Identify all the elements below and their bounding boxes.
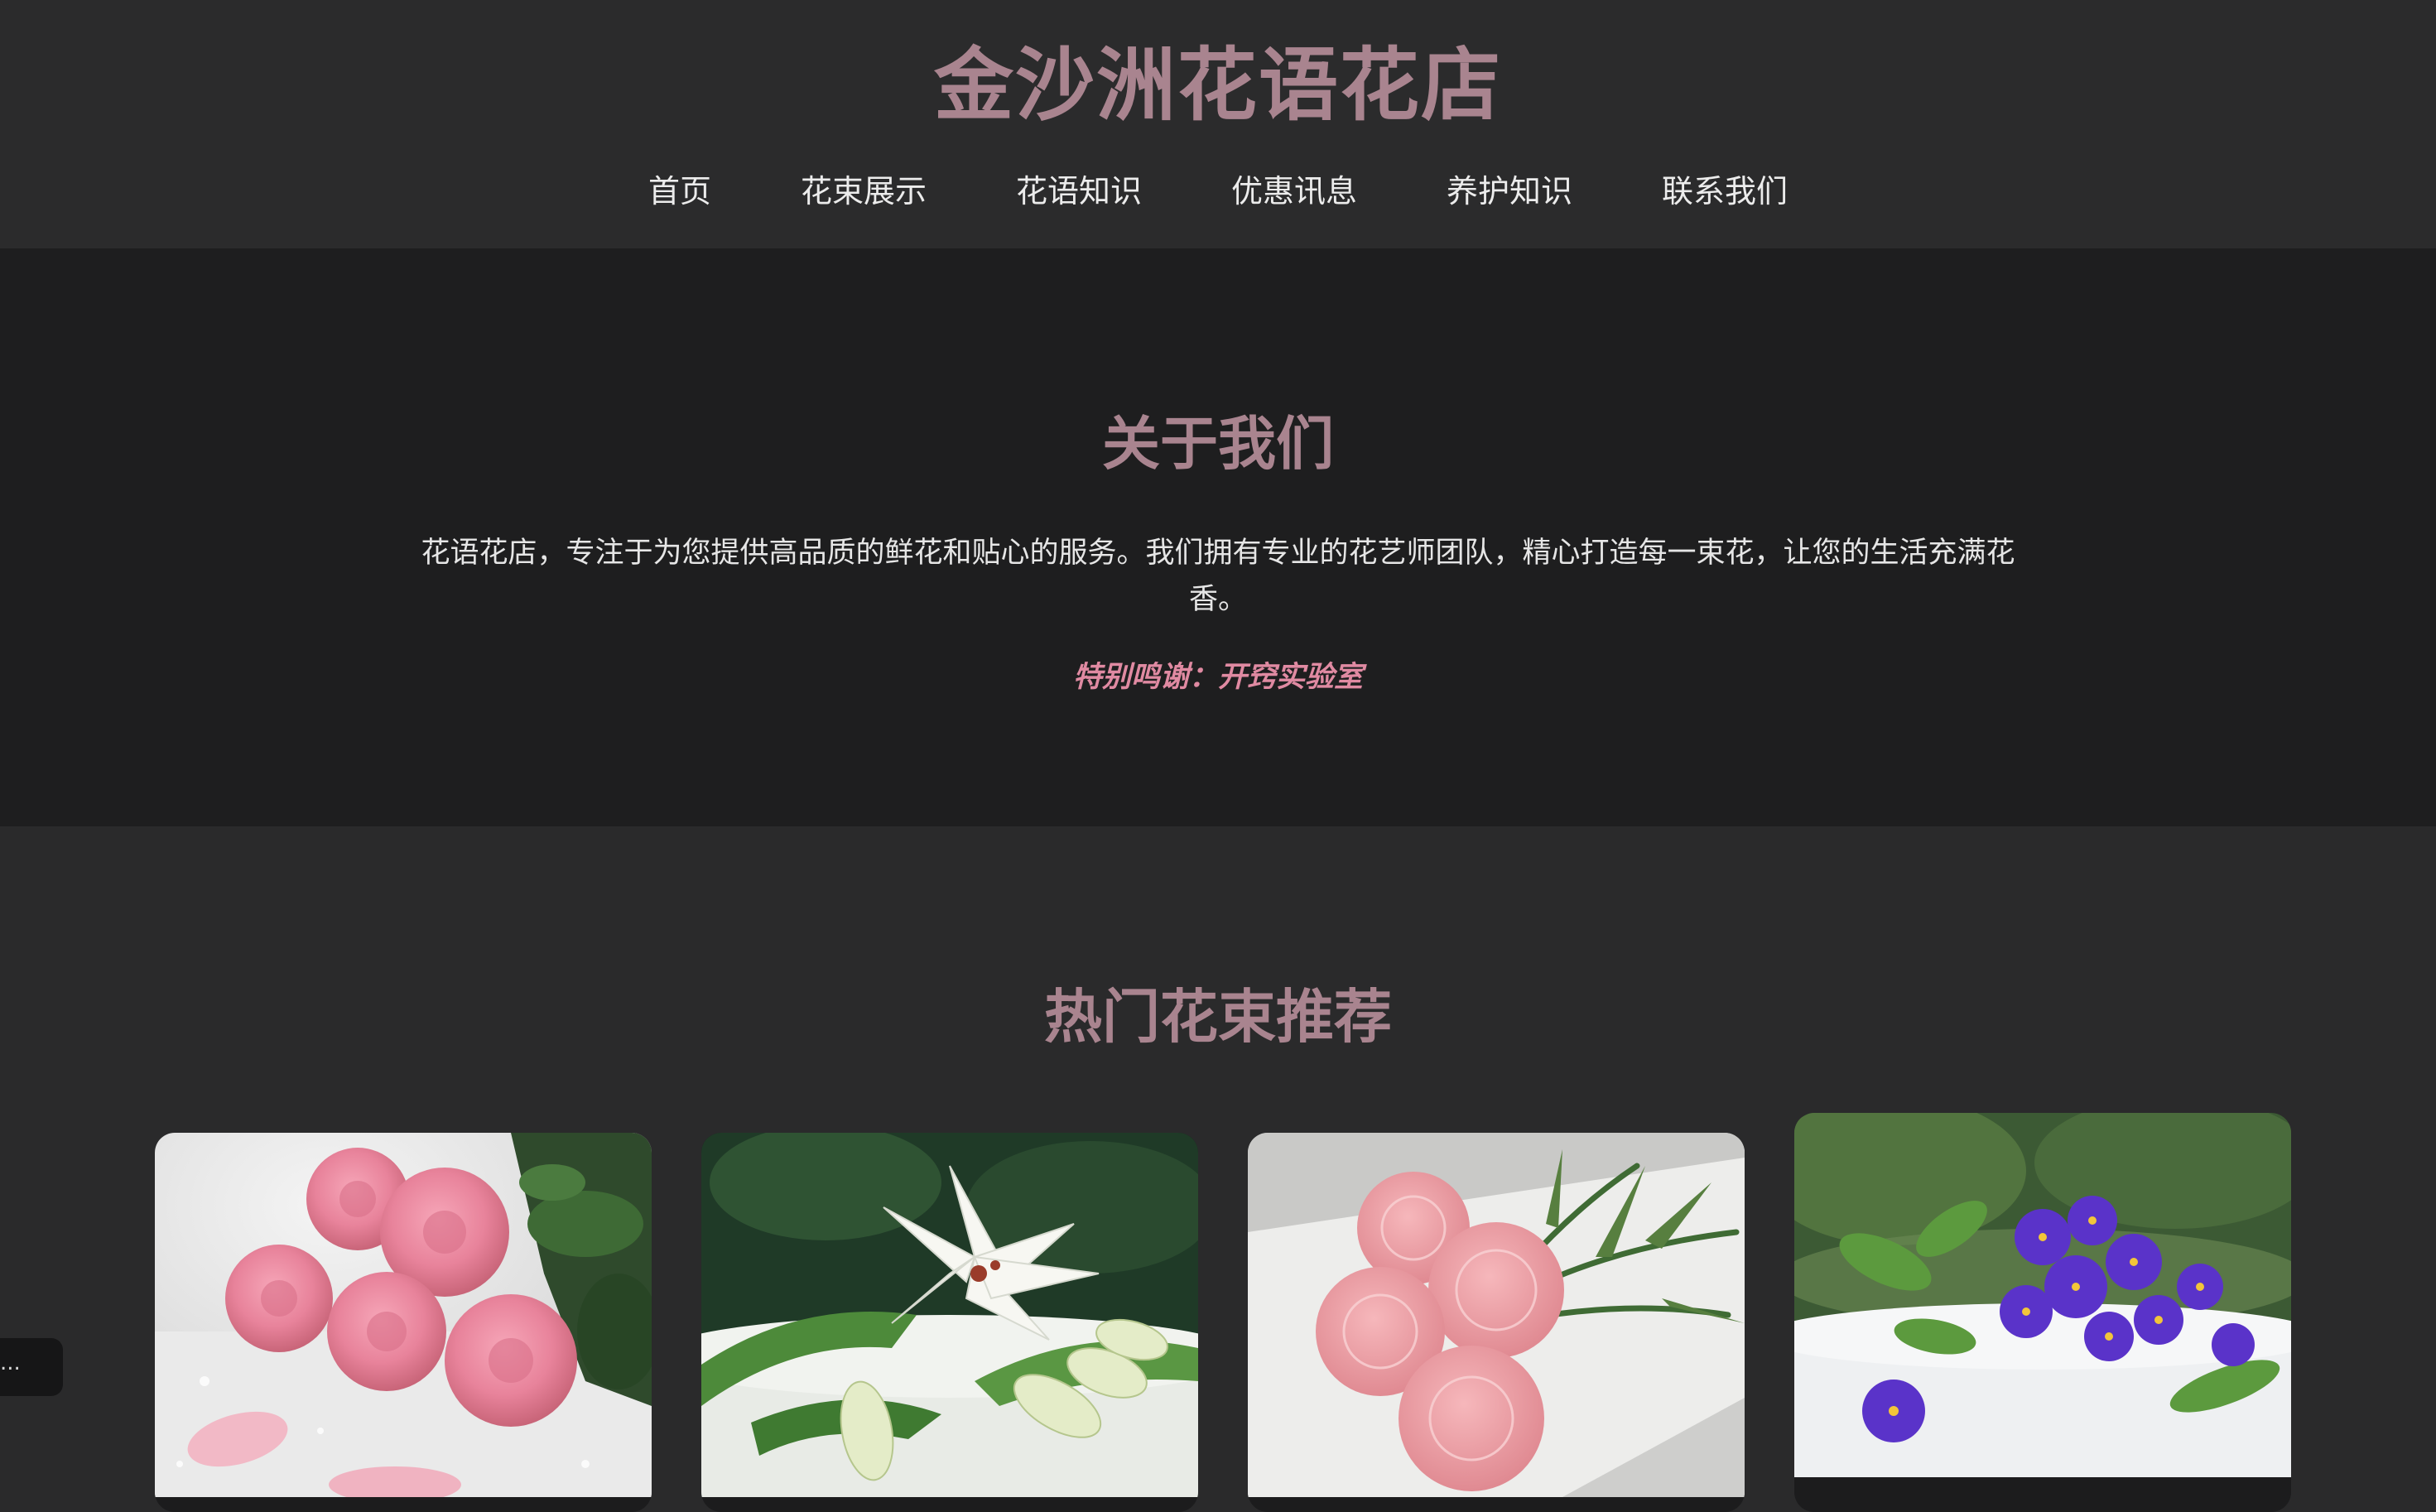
nav-promotions[interactable]: 优惠讯息 <box>1231 162 1357 220</box>
about-section: 关于我们 花语花店，专注于为您提供高品质的鲜花和贴心的服务。我们拥有专业的花艺师… <box>0 248 2436 826</box>
bouquet-card-violets[interactable] <box>1794 1113 2291 1512</box>
bouquet-card-lilies[interactable] <box>701 1133 1198 1512</box>
nav-contact[interactable]: 联系我们 <box>1662 162 1788 220</box>
carnations-image <box>1248 1133 1745 1497</box>
site-header: 金沙洲花语花店 首页 花束展示 花语知识 优惠讯息 养护知识 联系我们 <box>0 0 2436 248</box>
roses-image <box>155 1133 652 1497</box>
special-thanks: 特别鸣谢：开窍实验室 <box>1072 661 1363 694</box>
about-title: 关于我们 <box>1102 410 1334 478</box>
bouquet-card-roses[interactable] <box>155 1133 652 1512</box>
nav-bouquets[interactable]: 花束展示 <box>801 162 927 220</box>
lilies-image <box>701 1133 1198 1497</box>
about-description: 花语花店，专注于为您提供高品质的鲜花和贴心的服务。我们拥有专业的花艺师团队，精心… <box>421 537 2015 616</box>
popular-title: 热门花束推荐 <box>1044 983 1392 1051</box>
nav-flower-language[interactable]: 花语知识 <box>1016 162 1142 220</box>
popular-bouquets-section: 热门花束推荐 <box>0 826 2436 1512</box>
bouquet-card-carnations[interactable] <box>1248 1133 1745 1512</box>
main-nav: 首页 花束展示 花语知识 优惠讯息 养护知识 联系我们 <box>0 162 2436 220</box>
nav-home[interactable]: 首页 <box>648 162 711 220</box>
site-title: 金沙洲花语花店 <box>934 39 1502 132</box>
nav-care-tips[interactable]: 养护知识 <box>1447 162 1572 220</box>
side-toast[interactable]: ... <box>0 1338 63 1396</box>
violets-image <box>1794 1113 2291 1477</box>
